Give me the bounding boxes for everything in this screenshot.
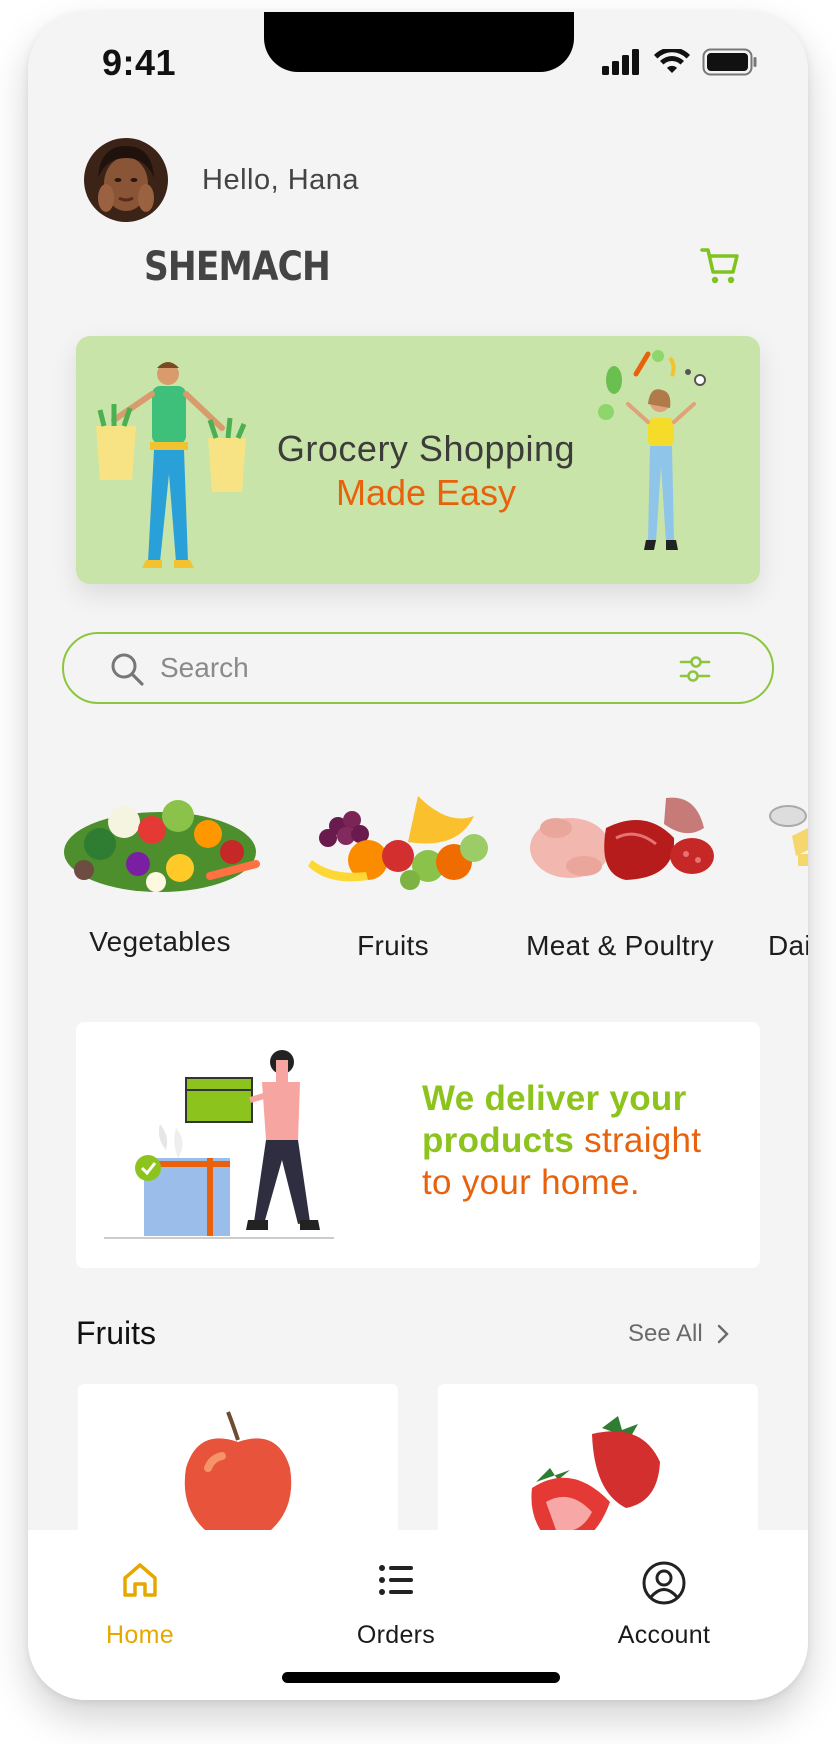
category-label: Fruits (357, 930, 429, 961)
apple-image (184, 1411, 292, 1545)
vegetables-image (64, 800, 260, 892)
delivery-line-1: We deliver your (422, 1079, 687, 1118)
see-all-label: See All (628, 1320, 703, 1347)
category-fruits[interactable]: Fruits (298, 772, 488, 961)
cart-button[interactable] (698, 244, 742, 288)
user-circle-icon (642, 1561, 686, 1605)
filter-sliders-icon[interactable] (678, 652, 712, 686)
meat-poultry-image (530, 797, 714, 880)
cellular-signal-icon (602, 49, 639, 75)
tab-label: Orders (356, 1621, 436, 1649)
user-avatar[interactable] (84, 138, 168, 222)
search-icon (111, 653, 144, 686)
see-all-link[interactable]: See All (628, 1320, 729, 1348)
delivery-headline: We deliver your products straight to you… (422, 1078, 701, 1204)
status-time: 9:41 (102, 42, 177, 83)
category-label: Meat & Poultry (526, 930, 714, 961)
shopper-woman-illustration (598, 350, 706, 550)
avatar-photo (84, 138, 168, 222)
delivery-person-illustration (104, 1050, 334, 1239)
dairy-image (769, 805, 808, 866)
fruits-image (308, 796, 488, 890)
wifi-icon (654, 49, 690, 73)
search-bar[interactable] (62, 632, 774, 704)
tab-account[interactable]: Account (584, 1560, 744, 1650)
list-icon (379, 1565, 413, 1595)
home-indicator[interactable] (282, 1672, 560, 1683)
chevron-right-icon (717, 1324, 729, 1344)
brand-logo-text: SHEMACH (144, 244, 331, 290)
category-label: Dai (768, 930, 808, 961)
home-icon (123, 1563, 157, 1597)
promo-banner[interactable]: Grocery Shopping Made Easy (76, 336, 760, 584)
section-title: Fruits (76, 1315, 156, 1351)
category-dairy[interactable]: Dai (768, 772, 808, 961)
tab-orders[interactable]: Orders (316, 1560, 476, 1650)
delivery-promo-card[interactable]: We deliver your products straight to you… (76, 1022, 760, 1268)
category-carousel[interactable]: Vegetables Fruits Meat & Poultry Dai (28, 772, 808, 962)
status-icons (602, 48, 758, 76)
device-notch (264, 12, 574, 72)
delivery-line-2a: products (422, 1121, 585, 1160)
delivery-line-3: to your home. (422, 1163, 640, 1202)
tab-label: Account (617, 1621, 711, 1649)
delivery-line-2b: straight (584, 1121, 702, 1160)
tab-home[interactable]: Home (60, 1560, 220, 1650)
category-vegetables[interactable]: Vegetables (60, 772, 260, 957)
category-label: Vegetables (89, 926, 231, 957)
search-input[interactable] (160, 646, 640, 690)
tab-label: Home (106, 1621, 174, 1649)
cart-icon (700, 248, 739, 284)
battery-icon (702, 48, 757, 76)
category-meat-poultry[interactable]: Meat & Poultry (520, 772, 720, 961)
greeting-text: Hello, Hana (202, 164, 360, 196)
phone-screen: 9:41 Hello, Hana SHEMACH Grocery Shoppin… (28, 12, 808, 1700)
